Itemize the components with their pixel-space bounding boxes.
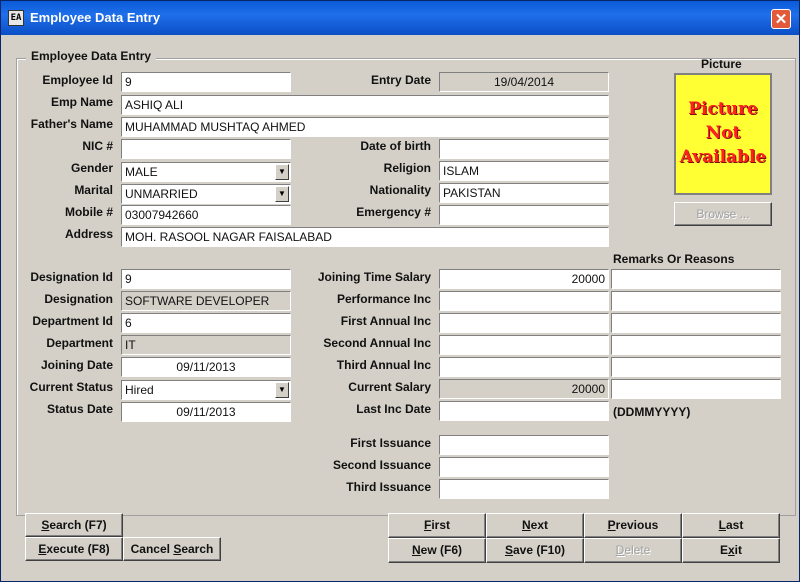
joining-date-field[interactable]: 09/11/2013 xyxy=(121,357,291,377)
nationality-field[interactable]: PAKISTAN xyxy=(439,183,609,203)
nic-field[interactable] xyxy=(121,139,291,159)
department-field[interactable]: IT xyxy=(121,335,291,355)
third-issuance-field[interactable] xyxy=(439,479,609,499)
designation-id-field[interactable]: 9 xyxy=(121,269,291,289)
group-legend: Employee Data Entry xyxy=(26,49,157,63)
date-of-birth-field[interactable] xyxy=(439,139,609,159)
last-button[interactable]: Last xyxy=(682,513,780,538)
joining-time-salary-field[interactable]: 20000 xyxy=(439,269,609,289)
emp-name-label: Emp Name xyxy=(50,95,113,109)
address-field[interactable]: MOH. RASOOL NAGAR FAISALABAD xyxy=(121,227,609,247)
nationality-label: Nationality xyxy=(369,183,431,197)
current-status-value: Hired xyxy=(125,383,154,397)
save-button[interactable]: Save (F10) xyxy=(486,538,584,563)
address-label: Address xyxy=(64,227,113,241)
second-issuance-field[interactable] xyxy=(439,457,609,477)
performance-inc-field[interactable] xyxy=(439,291,609,311)
joining-time-salary-label: Joining Time Salary xyxy=(317,270,431,284)
remarks-first-annual-inc[interactable] xyxy=(611,313,781,333)
gender-label: Gender xyxy=(70,161,113,175)
current-salary-field[interactable]: 20000 xyxy=(439,379,609,399)
remarks-performance-inc[interactable] xyxy=(611,291,781,311)
current-status-select[interactable]: Hired ▼ xyxy=(121,380,291,400)
first-annual-inc-field[interactable] xyxy=(439,313,609,333)
marital-label: Marital xyxy=(74,183,113,197)
current-status-label: Current Status xyxy=(29,380,113,394)
second-annual-inc-label: Second Annual Inc xyxy=(323,336,431,350)
entry-date-label: Entry Date xyxy=(370,73,431,87)
date-format-hint: (DDMMYYYY) xyxy=(613,405,691,419)
second-annual-inc-field[interactable] xyxy=(439,335,609,355)
emergency-label: Emergency # xyxy=(356,205,431,219)
gender-value: MALE xyxy=(125,165,158,179)
status-date-label: Status Date xyxy=(46,402,113,416)
execute-button[interactable]: Execute (F8) xyxy=(25,537,123,561)
emp-name-field[interactable]: ASHIQ ALI xyxy=(121,95,609,115)
chevron-down-icon[interactable]: ▼ xyxy=(275,164,289,180)
new-button[interactable]: New (F6) xyxy=(388,538,486,563)
remarks-joining-time-salary[interactable] xyxy=(611,269,781,289)
designation-field[interactable]: SOFTWARE DEVELOPER xyxy=(121,291,291,311)
marital-select[interactable]: UNMARRIED ▼ xyxy=(121,184,291,204)
search-button[interactable]: Search (F7) xyxy=(25,513,123,537)
remarks-second-annual-inc[interactable] xyxy=(611,335,781,355)
performance-inc-label: Performance Inc xyxy=(336,292,431,306)
religion-field[interactable]: ISLAM xyxy=(439,161,609,181)
entry-date-field[interactable]: 19/04/2014 xyxy=(439,72,609,92)
third-annual-inc-label: Third Annual Inc xyxy=(336,358,431,372)
status-date-field[interactable]: 09/11/2013 xyxy=(121,402,291,422)
department-id-label: Department Id xyxy=(32,314,113,328)
gender-select[interactable]: MALE ▼ xyxy=(121,162,291,182)
close-button[interactable]: ✕ xyxy=(771,9,791,29)
mobile-label: Mobile # xyxy=(64,205,113,219)
department-id-field[interactable]: 6 xyxy=(121,313,291,333)
employee-id-field[interactable]: 9 xyxy=(121,72,291,92)
remarks-current-salary[interactable] xyxy=(611,379,781,399)
first-button[interactable]: First xyxy=(388,513,486,538)
fathers-name-label: Father's Name xyxy=(30,117,113,131)
employee-photo: Picture Not Available xyxy=(674,73,772,195)
fathers-name-field[interactable]: MUHAMMAD MUSHTAQ AHMED xyxy=(121,117,609,137)
window-title: Employee Data Entry xyxy=(30,10,161,25)
delete-button[interactable]: Delete xyxy=(584,538,682,563)
employee-data-entry-window: EA Employee Data Entry ✕ Employee Data E… xyxy=(0,0,800,582)
emergency-field[interactable] xyxy=(439,205,609,225)
third-annual-inc-field[interactable] xyxy=(439,357,609,377)
department-label: Department xyxy=(46,336,113,350)
designation-label: Designation xyxy=(44,292,113,306)
employee-id-label: Employee Id xyxy=(42,73,113,87)
date-of-birth-label: Date of birth xyxy=(360,139,431,153)
chevron-down-icon[interactable]: ▼ xyxy=(275,186,289,202)
designation-id-label: Designation Id xyxy=(30,270,113,284)
first-issuance-field[interactable] xyxy=(439,435,609,455)
second-issuance-label: Second Issuance xyxy=(332,458,431,472)
last-inc-date-field[interactable] xyxy=(439,401,609,421)
religion-label: Religion xyxy=(383,161,431,175)
first-issuance-label: First Issuance xyxy=(350,436,431,450)
remarks-third-annual-inc[interactable] xyxy=(611,357,781,377)
current-salary-label: Current Salary xyxy=(348,380,431,394)
previous-button[interactable]: Previous xyxy=(584,513,682,538)
cancel-search-button[interactable]: Cancel Search xyxy=(123,537,221,561)
joining-date-label: Joining Date xyxy=(40,358,113,372)
marital-value: UNMARRIED xyxy=(125,187,198,201)
last-inc-date-label: Last Inc Date xyxy=(356,402,431,416)
title-bar[interactable]: EA Employee Data Entry ✕ xyxy=(1,1,799,35)
app-icon[interactable]: EA xyxy=(8,10,24,26)
remarks-label: Remarks Or Reasons xyxy=(613,252,735,266)
first-annual-inc-label: First Annual Inc xyxy=(340,314,431,328)
nic-label: NIC # xyxy=(82,139,113,153)
photo-placeholder-text: Picture Not Available xyxy=(679,99,767,167)
chevron-down-icon[interactable]: ▼ xyxy=(275,382,289,398)
browse-button[interactable]: Browse ... xyxy=(674,202,772,226)
exit-button[interactable]: Exit xyxy=(682,538,780,563)
next-button[interactable]: Next xyxy=(486,513,584,538)
third-issuance-label: Third Issuance xyxy=(346,480,431,494)
mobile-field[interactable]: 03007942660 xyxy=(121,205,291,225)
picture-label: Picture xyxy=(701,57,742,71)
